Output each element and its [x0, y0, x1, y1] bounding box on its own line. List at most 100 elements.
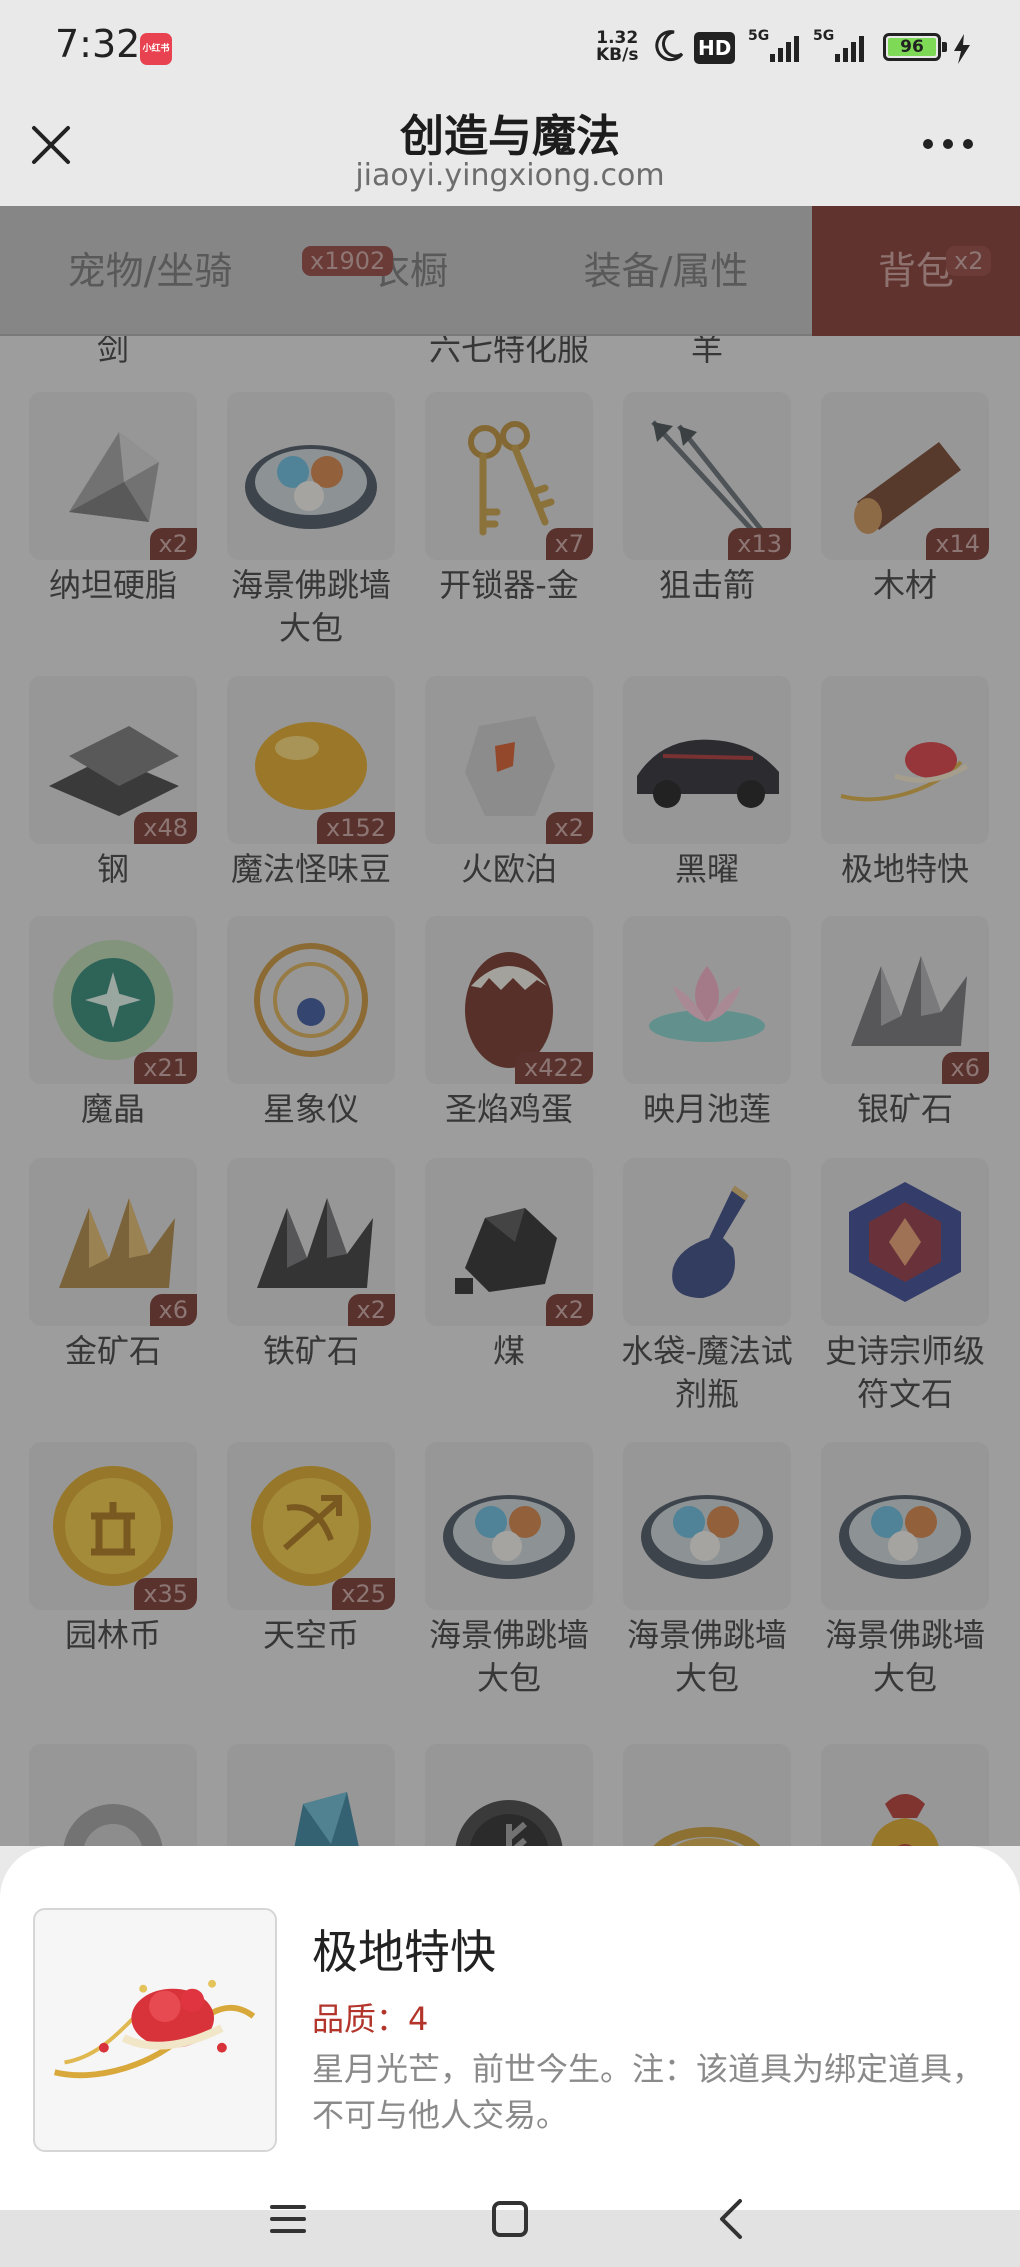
inventory-item[interactable]: 黑曜 [608, 676, 806, 891]
inventory-item[interactable]: x152 魔法怪味豆 [212, 676, 410, 891]
inventory-item[interactable]: x422 圣焰鸡蛋 [410, 916, 608, 1131]
inventory-item[interactable]: 海景佛跳墙大包 [806, 1442, 1004, 1700]
signal-icon: 5G [748, 28, 808, 64]
inventory-item[interactable]: 映月池莲 [608, 916, 806, 1131]
item-icon-box [623, 676, 791, 844]
rope-icon [653, 1827, 761, 1846]
inventory-item[interactable]: x14 木材 [806, 392, 1004, 607]
system-nav-bar [0, 2181, 1020, 2267]
page-title: 创造与魔法 [400, 111, 620, 162]
status-time: 7:32 [55, 22, 141, 66]
item-name: 钢 [96, 850, 129, 888]
item-name: 羊 [690, 336, 723, 368]
inventory-item[interactable] [410, 1744, 608, 1846]
item-count-badge: x2 [545, 812, 593, 844]
item-icon-box: x2 [425, 1158, 593, 1326]
inventory-item[interactable]: x2 铁矿石 [212, 1158, 410, 1373]
item-name: 海景佛跳墙大包 [626, 1616, 787, 1697]
inventory-item[interactable]: 海景佛跳墙大包 [410, 1442, 608, 1700]
category-tabs: 宠物/坐骑 衣橱 x1902 装备/属性 背包 x2 [0, 206, 1020, 336]
inventory-item[interactable]: x13 狙击箭 [608, 392, 806, 607]
item-icon-box: x13 [623, 392, 791, 560]
food-platter-icon [443, 1495, 575, 1579]
inventory-item[interactable]: x21 魔晶 [14, 916, 212, 1131]
item-name: 铁矿石 [262, 1332, 359, 1370]
item-name: 映月池莲 [642, 1090, 771, 1128]
inventory-item[interactable]: x6 银矿石 [806, 916, 1004, 1131]
item-count-badge: x6 [149, 1294, 197, 1326]
item-count-badge: x7 [545, 528, 593, 560]
item-icon-box: x25 [227, 1442, 395, 1610]
item-icon-box [821, 676, 989, 844]
potion-bottle-icon [672, 1185, 749, 1298]
home-icon[interactable] [480, 2189, 540, 2249]
network-speed-unit: KB/s [596, 45, 639, 65]
item-count-badge: x152 [316, 812, 395, 844]
inventory-item[interactable]: x2 纳坦硬脂 [14, 392, 212, 607]
inventory-item[interactable]: x25 天空币 [212, 1442, 410, 1657]
network-type-label-2: 5G [813, 28, 835, 44]
item-count-badge: x25 [332, 1578, 395, 1610]
inventory-item[interactable]: 水袋-魔法试剂瓶 [608, 1158, 806, 1416]
menu-icon[interactable] [258, 2189, 318, 2249]
charging-bolt-icon [954, 34, 970, 64]
page-url: jiaoyi.yingxiong.com [355, 158, 665, 193]
blue-crystal-icon [294, 1792, 359, 1846]
item-count-badge: x2 [347, 1294, 395, 1326]
tab-pets-mounts[interactable]: 宠物/坐骑 [0, 206, 300, 336]
item-icon-box [821, 1744, 989, 1846]
item-name: 海景佛跳墙大包 [230, 566, 391, 647]
inventory-item[interactable]: 星象仪 [212, 916, 410, 1131]
inventory-item[interactable]: x7 开锁器-金 [410, 392, 608, 607]
item-detail-title: 极地特快 [312, 1925, 496, 1979]
rune-disc-icon [455, 1800, 563, 1846]
item-name: 魔晶 [80, 1090, 145, 1128]
inventory-item[interactable]: 史诗宗师级符文石 [806, 1158, 1004, 1416]
item-name: 六七特化服 [428, 336, 589, 368]
item-name: 星象仪 [262, 1090, 359, 1128]
item-description: 星月光芒，前世今生。注：该道具为绑定道具，不可与他人交易。 [312, 2050, 985, 2134]
item-icon-box: x48 [29, 676, 197, 844]
inventory-item[interactable] [212, 1744, 410, 1846]
tab-equipment[interactable]: 装备/属性 [520, 206, 812, 336]
inventory-item[interactable] [806, 1744, 1004, 1846]
tab-wardrobe-badge: x1902 [302, 246, 394, 276]
item-count-badge: x14 [926, 528, 989, 560]
inventory-item[interactable]: x2 火欧泊 [410, 676, 608, 891]
back-icon[interactable] [702, 2189, 762, 2249]
item-icon-box: x2 [227, 1158, 395, 1326]
item-count-badge: x2 [545, 1294, 593, 1326]
item-name: 木材 [872, 566, 937, 604]
signal-icon-2: 5G [813, 28, 873, 64]
inventory-item[interactable]: x35 园林币 [14, 1442, 212, 1657]
item-count-badge: x422 [514, 1052, 593, 1084]
item-icon-box [623, 916, 791, 1084]
item-quality-label: 品质： [312, 2000, 409, 2038]
inventory-item[interactable]: x48 钢 [14, 676, 212, 891]
inventory-item[interactable]: x2 煤 [410, 1158, 608, 1373]
inventory-item[interactable] [14, 1744, 212, 1846]
item-name: 园林币 [64, 1616, 161, 1654]
item-name: 狙击箭 [658, 566, 755, 604]
item-icon-box: x7 [425, 392, 593, 560]
sleigh-icon [53, 1979, 256, 2079]
item-icon-box: x35 [29, 1442, 197, 1610]
item-name: 剑 [96, 336, 129, 368]
inventory-item[interactable]: 海景佛跳墙大包 [608, 1442, 806, 1700]
inventory-item[interactable] [608, 1744, 806, 1846]
black-car-icon [637, 739, 779, 808]
more-options-icon[interactable] [920, 134, 976, 154]
tab-backpack-label: 背包 [877, 249, 954, 293]
inventory-item[interactable]: 极地特快 [806, 676, 1004, 891]
lotus-icon [649, 966, 765, 1042]
item-name: 银矿石 [856, 1090, 953, 1128]
item-count-badge: x21 [134, 1052, 197, 1084]
food-platter-icon [641, 1495, 773, 1579]
item-name: 煤 [492, 1332, 525, 1370]
inventory-item[interactable]: x6 金矿石 [14, 1158, 212, 1373]
item-name: 海景佛跳墙大包 [428, 1616, 589, 1697]
astrolabe-icon [254, 943, 368, 1057]
item-count-badge: x48 [134, 812, 197, 844]
inventory-item[interactable]: 海景佛跳墙大包 [212, 392, 410, 650]
status-bar: 7:32 小红书 1.32 KB/s HD 5G 5G 96 [0, 0, 1020, 96]
